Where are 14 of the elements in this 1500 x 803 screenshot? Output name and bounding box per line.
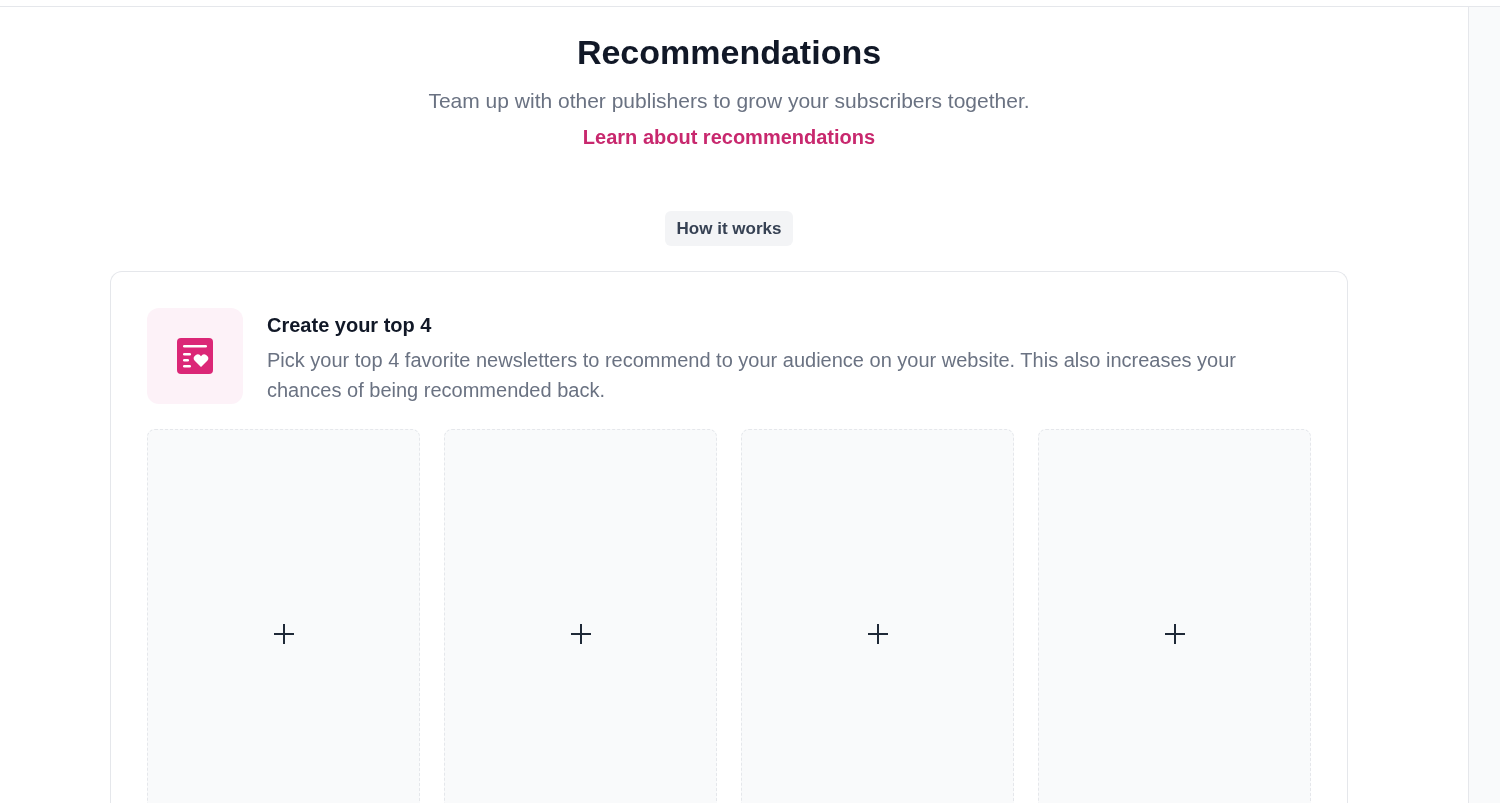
plus-icon: [1163, 623, 1186, 645]
card-description: Pick your top 4 favorite newsletters to recommend to your audience on your website. This also increases your chances of being recommended back.: [267, 348, 1237, 403]
plus-icon: [272, 623, 295, 645]
how-it-works-button[interactable]: How it works: [664, 211, 794, 246]
add-newsletter-slot[interactable]: [1038, 429, 1311, 803]
add-newsletter-slot[interactable]: [147, 429, 420, 803]
add-newsletter-slot[interactable]: [444, 429, 717, 803]
plus-icon: [866, 623, 889, 645]
add-newsletter-slot[interactable]: [741, 429, 1014, 803]
page-title: Recommendations: [576, 32, 882, 73]
learn-more-link[interactable]: Learn about recommendations: [582, 124, 876, 150]
plus-icon: [569, 623, 592, 645]
page-subtitle: Team up with other publishers to grow your subscribers together.: [428, 88, 1030, 114]
card-title: Create your top 4: [267, 313, 433, 338]
